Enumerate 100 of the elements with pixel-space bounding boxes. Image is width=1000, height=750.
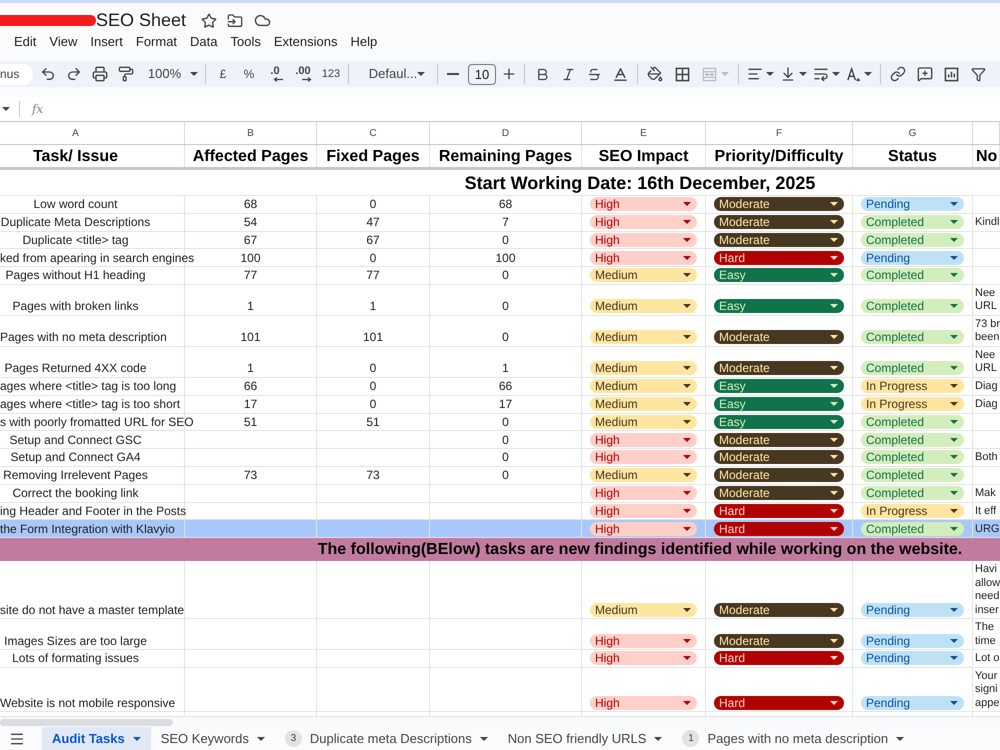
status-dropdown[interactable]: Completed [861, 361, 964, 376]
impact-dropdown[interactable]: High [590, 450, 697, 464]
impact-dropdown[interactable]: High [590, 651, 697, 666]
priority-dropdown[interactable]: Easy [714, 268, 844, 282]
menu-item[interactable]: Help [350, 34, 378, 50]
column-letter[interactable]: G [908, 126, 916, 140]
impact-dropdown[interactable]: Medium [590, 379, 697, 394]
caret-icon [683, 420, 691, 424]
priority-dropdown[interactable]: Hard [714, 651, 844, 666]
impact-dropdown[interactable]: High [590, 504, 697, 518]
column-letter[interactable]: E [640, 126, 647, 140]
priority-dropdown[interactable]: Moderate [714, 330, 844, 344]
impact-dropdown[interactable]: Medium [590, 468, 697, 482]
impact-dropdown[interactable]: Medium [590, 299, 697, 314]
percent-button[interactable]: % [236, 62, 262, 86]
priority-dropdown[interactable]: Moderate [714, 215, 844, 230]
column-letter[interactable]: B [247, 126, 254, 140]
impact-dropdown[interactable]: High [590, 634, 697, 648]
impact-dropdown[interactable]: High [590, 522, 697, 536]
status-dropdown[interactable]: In Progress [861, 379, 964, 394]
status-dropdown[interactable]: Completed [861, 414, 964, 429]
priority-dropdown[interactable]: Moderate [714, 450, 844, 464]
impact-dropdown[interactable]: Medium [590, 330, 697, 344]
number-format-button[interactable]: 123 [318, 62, 344, 86]
status-dropdown[interactable]: Completed [861, 232, 964, 247]
impact-dropdown[interactable]: High [590, 250, 697, 265]
status-dropdown[interactable]: Pending [861, 696, 964, 710]
priority-dropdown[interactable]: Moderate [714, 432, 844, 447]
zoom-dropdown[interactable]: 100% [139, 62, 201, 86]
status-dropdown[interactable]: Completed [861, 486, 964, 500]
status-dropdown[interactable]: Completed [861, 450, 964, 464]
impact-dropdown[interactable]: Medium [590, 397, 697, 412]
priority-dropdown[interactable]: Easy [714, 379, 844, 394]
status-dropdown[interactable]: Completed [861, 268, 964, 282]
caret-icon [480, 736, 488, 740]
scrollbar-thumb[interactable] [0, 718, 173, 726]
task-text: s with poorly fromatted URL for SEO [0, 414, 194, 429]
status-dropdown[interactable]: Completed [861, 468, 964, 482]
increase-decimal-button[interactable]: .00 [288, 62, 318, 86]
status-dropdown[interactable]: Pending [861, 651, 964, 666]
impact-dropdown[interactable]: High [590, 215, 697, 230]
impact-dropdown[interactable]: Medium [590, 602, 697, 617]
menu-item[interactable]: View [49, 34, 78, 50]
impact-dropdown[interactable]: High [590, 197, 697, 212]
priority-dropdown[interactable]: Moderate [714, 602, 844, 617]
status-dropdown[interactable]: Pending [861, 250, 964, 265]
priority-dropdown[interactable]: Moderate [714, 232, 844, 247]
menu-item[interactable]: Tools [230, 34, 261, 50]
menu-item[interactable]: Extensions [274, 34, 338, 50]
menu-search-field[interactable]: nus [0, 64, 33, 84]
status-dropdown[interactable]: In Progress [861, 397, 964, 412]
priority-dropdown[interactable]: Easy [714, 414, 844, 429]
status-dropdown[interactable]: Completed [861, 432, 964, 447]
column-letter[interactable]: A [72, 126, 79, 140]
status-dropdown[interactable]: Completed [861, 299, 964, 314]
menu-item[interactable]: Format [136, 34, 178, 50]
sheet-tab[interactable]: SEO Keywords [150, 727, 275, 750]
priority-dropdown[interactable]: Moderate [714, 486, 844, 500]
document-title[interactable]: SEO Sheet [96, 10, 186, 31]
font-size-field[interactable]: 10 [468, 64, 496, 84]
priority-dropdown[interactable]: Easy [714, 397, 844, 412]
column-letter[interactable]: C [369, 126, 377, 140]
impact-dropdown[interactable]: High [590, 486, 697, 500]
sheet-tab[interactable]: 1 Pages with no meta description [672, 727, 914, 750]
status-dropdown[interactable]: Completed [861, 215, 964, 230]
status-dropdown[interactable]: Pending [861, 602, 964, 617]
impact-dropdown[interactable]: Medium [590, 414, 697, 429]
status-dropdown[interactable]: Completed [861, 522, 964, 536]
menu-item[interactable]: Edit [14, 34, 36, 50]
priority-dropdown[interactable]: Hard [714, 504, 844, 518]
impact-dropdown[interactable]: Medium [590, 361, 697, 376]
priority-dropdown[interactable]: Hard [714, 522, 844, 536]
sheet-tab[interactable]: 3 Duplicate meta Descriptions [274, 727, 498, 750]
caret-icon [683, 256, 691, 260]
currency-button[interactable]: £ [210, 62, 236, 86]
priority-dropdown[interactable]: Moderate [714, 634, 844, 648]
font-dropdown[interactable]: Defaul... [353, 62, 433, 86]
priority-dropdown[interactable]: Easy [714, 299, 844, 314]
column-letter[interactable]: F [776, 126, 782, 140]
priority-dropdown[interactable]: Hard [714, 696, 844, 710]
priority-dropdown[interactable]: Hard [714, 250, 844, 265]
status-dropdown[interactable]: In Progress [861, 504, 964, 518]
status-dropdown[interactable]: Completed [861, 330, 964, 344]
priority-dropdown[interactable]: Moderate [714, 468, 844, 482]
impact-dropdown[interactable]: High [590, 432, 697, 447]
impact-dropdown[interactable]: High [590, 232, 697, 247]
priority-dropdown[interactable]: Moderate [714, 197, 844, 212]
status-dropdown[interactable]: Pending [861, 634, 964, 648]
decrease-decimal-button[interactable]: .0 [262, 62, 288, 86]
task-text: Pages with no meta description [0, 330, 167, 344]
column-letter[interactable]: D [502, 126, 510, 140]
priority-dropdown[interactable]: Moderate [714, 361, 844, 376]
status-dropdown[interactable]: Pending [861, 197, 964, 212]
impact-dropdown[interactable]: Medium [590, 268, 697, 282]
caret-icon [830, 608, 838, 612]
impact-dropdown[interactable]: High [590, 696, 697, 710]
sheet-tab[interactable]: Audit Tasks [42, 727, 151, 750]
menu-item[interactable]: Data [190, 34, 218, 50]
sheet-tab[interactable]: Non SEO friendly URLS [498, 727, 672, 750]
menu-item[interactable]: Insert [90, 34, 123, 50]
